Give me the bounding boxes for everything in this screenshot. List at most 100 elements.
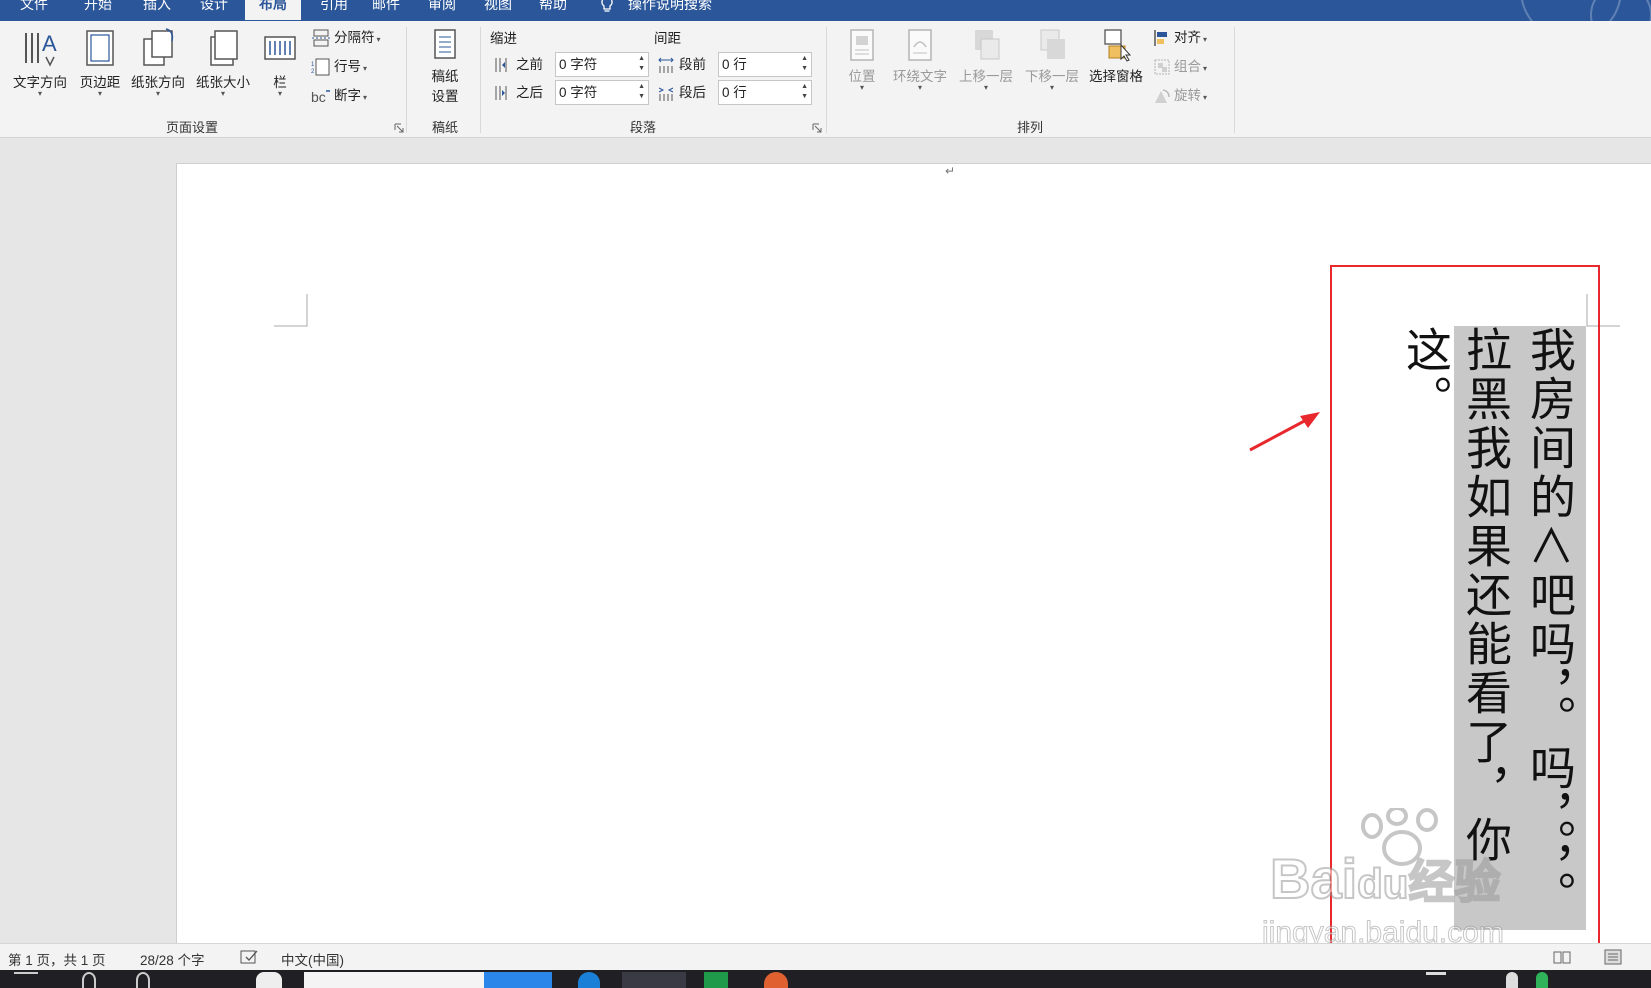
hyphenation-button[interactable]: bc 断字 ▾ <box>311 85 367 107</box>
baidu-jingyan-watermark: Baidu经验 jingyan.baidu.com <box>1262 806 1562 950</box>
tab-home[interactable]: 开始 <box>76 0 120 20</box>
start-icon[interactable] <box>14 972 38 988</box>
keyboard-icon[interactable] <box>1426 972 1446 988</box>
spinner-arrows-icon[interactable]: ▲ ▼ <box>801 82 808 102</box>
tab-references[interactable]: 引用 <box>312 0 356 20</box>
svg-text:1: 1 <box>311 62 315 68</box>
rotate-button[interactable]: 旋转 ▾ <box>1153 85 1207 107</box>
space-after-label: 段后 <box>657 80 706 105</box>
bring-forward-button[interactable]: 上移一层 ▾ <box>954 27 1018 92</box>
tray-icon[interactable] <box>1506 972 1518 988</box>
proofing-icon[interactable] <box>240 950 260 965</box>
search-label: 操作说明搜索 <box>628 0 712 12</box>
line-numbers-label: 行号 <box>334 59 361 74</box>
page-setup-dialog-launcher-icon[interactable] <box>394 123 404 133</box>
align-label: 对齐 <box>1174 30 1201 45</box>
group-button[interactable]: 组合 ▾ <box>1153 56 1207 78</box>
tab-help[interactable]: 帮助 <box>531 0 575 20</box>
tab-design[interactable]: 设计 <box>192 0 236 20</box>
send-backward-button[interactable]: 下移一层 ▾ <box>1020 27 1084 92</box>
page-count-status[interactable]: 第 1 页，共 1 页 <box>8 949 106 969</box>
margins-button[interactable]: 页边距 ▾ <box>74 27 126 98</box>
crop-mark-top-left-icon <box>274 294 308 327</box>
spinner-arrows-icon[interactable]: ▲ ▼ <box>638 82 645 102</box>
indent-heading: 缩进 <box>490 31 517 46</box>
space-before-value: 0 行 <box>722 57 747 72</box>
align-button[interactable]: 对齐 ▾ <box>1153 27 1207 49</box>
tab-file[interactable]: 文件 <box>12 0 56 20</box>
page-size-button[interactable]: 纸张大小 ▾ <box>191 27 255 98</box>
columns-label: 栏 <box>273 75 287 90</box>
tray-icon[interactable] <box>1536 972 1548 988</box>
paragraph-dialog-launcher-icon[interactable] <box>812 123 822 133</box>
margins-icon <box>86 30 114 66</box>
taskbar-app-icon[interactable] <box>256 972 282 988</box>
ribbon-layout: A 文字方向 ▾ 页边距 ▾ 纸张方向 ▾ 纸张大小 ▾ 栏 ▾ 分隔符 ▾ 1… <box>0 21 1651 138</box>
manuscript-settings-button[interactable]: 稿纸 设置 <box>419 27 471 105</box>
taskbar-window-button[interactable] <box>484 972 552 988</box>
chevron-down-icon: ▾ <box>1203 35 1208 44</box>
tab-review[interactable]: 审阅 <box>420 0 464 20</box>
indent-after-value: 0 字符 <box>559 85 598 100</box>
wrap-text-button[interactable]: 环绕文字 ▾ <box>888 27 952 92</box>
word-app-icon[interactable] <box>622 972 686 988</box>
read-mode-icon[interactable] <box>1553 950 1571 964</box>
arrange-group-label: 排列 <box>1016 120 1043 135</box>
orientation-icon <box>143 28 174 66</box>
indent-after-field[interactable]: 0 字符 ▲ ▼ <box>555 80 649 105</box>
send-backward-icon <box>1040 29 1065 59</box>
tab-view[interactable]: 视图 <box>476 0 520 20</box>
columns-icon <box>264 36 296 60</box>
taskbar-window-button[interactable] <box>304 972 484 988</box>
search-icon[interactable] <box>82 972 96 988</box>
spinner-arrows-icon[interactable]: ▲ ▼ <box>638 54 645 74</box>
space-before-icon <box>658 58 674 74</box>
space-after-icon <box>658 87 674 102</box>
indent-before-label: 之前 <box>494 52 543 77</box>
tell-me-search[interactable]: 操作说明搜索 <box>600 0 712 20</box>
cortana-icon[interactable] <box>136 972 150 988</box>
annotation-arrow-icon <box>1249 412 1320 452</box>
group-objects-icon <box>1154 59 1170 75</box>
rotate-label: 旋转 <box>1174 88 1201 103</box>
indent-left-icon <box>495 58 507 73</box>
chevron-down-icon: ▾ <box>97 89 102 98</box>
orientation-button[interactable]: 纸张方向 ▾ <box>126 27 190 98</box>
indent-after-label: 之后 <box>494 80 543 105</box>
chevron-down-icon: ▾ <box>917 83 922 92</box>
line-numbers-icon: 1 2 <box>311 58 330 76</box>
status-bar: 第 1 页，共 1 页 28/28 个字 中文(中国) <box>0 943 1651 970</box>
selection-pane-button[interactable]: 选择窗格 <box>1084 27 1148 85</box>
manuscript-settings-label-2: 设置 <box>431 89 459 104</box>
line-numbers-button[interactable]: 1 2 行号 ▾ <box>311 56 367 78</box>
position-button[interactable]: 位置 ▾ <box>840 27 884 92</box>
space-before-field[interactable]: 0 行 ▲ ▼ <box>718 52 812 77</box>
indent-before-field[interactable]: 0 字符 ▲ ▼ <box>555 52 649 77</box>
chevron-down-icon: ▾ <box>376 35 381 44</box>
print-layout-icon[interactable] <box>1603 949 1623 965</box>
tab-layout[interactable]: 布局 <box>245 0 301 20</box>
svg-text:A: A <box>42 31 57 56</box>
watermark-bai: Bai <box>1269 846 1358 911</box>
tab-insert[interactable]: 插入 <box>135 0 179 20</box>
edge-browser-icon[interactable] <box>578 972 600 988</box>
powerpoint-app-icon[interactable] <box>764 972 788 988</box>
tab-mailings[interactable]: 邮件 <box>364 0 408 20</box>
word-count-status[interactable]: 28/28 个字 <box>140 949 205 969</box>
align-icon <box>1154 30 1167 47</box>
columns-button[interactable]: 栏 ▾ <box>260 27 300 98</box>
chevron-down-icon: ▾ <box>983 83 988 92</box>
space-after-field[interactable]: 0 行 ▲ ▼ <box>718 80 812 105</box>
chevron-down-icon: ▾ <box>1049 83 1054 92</box>
language-status[interactable]: 中文(中国) <box>281 949 344 969</box>
ribbon-tab-bar: 文件 开始 插入 设计 布局 引用 邮件 审阅 视图 帮助 操作说明搜索 <box>0 0 1651 21</box>
spinner-arrows-icon[interactable]: ▲ ▼ <box>801 54 808 74</box>
chevron-down-icon: ▾ <box>220 89 225 98</box>
breaks-button[interactable]: 分隔符 ▾ <box>311 27 381 49</box>
page-setup-group-label: 页面设置 <box>165 120 218 135</box>
paragraph-mark: ↵ <box>945 164 956 178</box>
text-direction-button[interactable]: A 文字方向 ▾ <box>8 27 72 98</box>
position-label: 位置 <box>848 69 876 84</box>
title-bar-pattern-icon <box>1521 0 1651 21</box>
excel-app-icon[interactable] <box>704 972 728 988</box>
